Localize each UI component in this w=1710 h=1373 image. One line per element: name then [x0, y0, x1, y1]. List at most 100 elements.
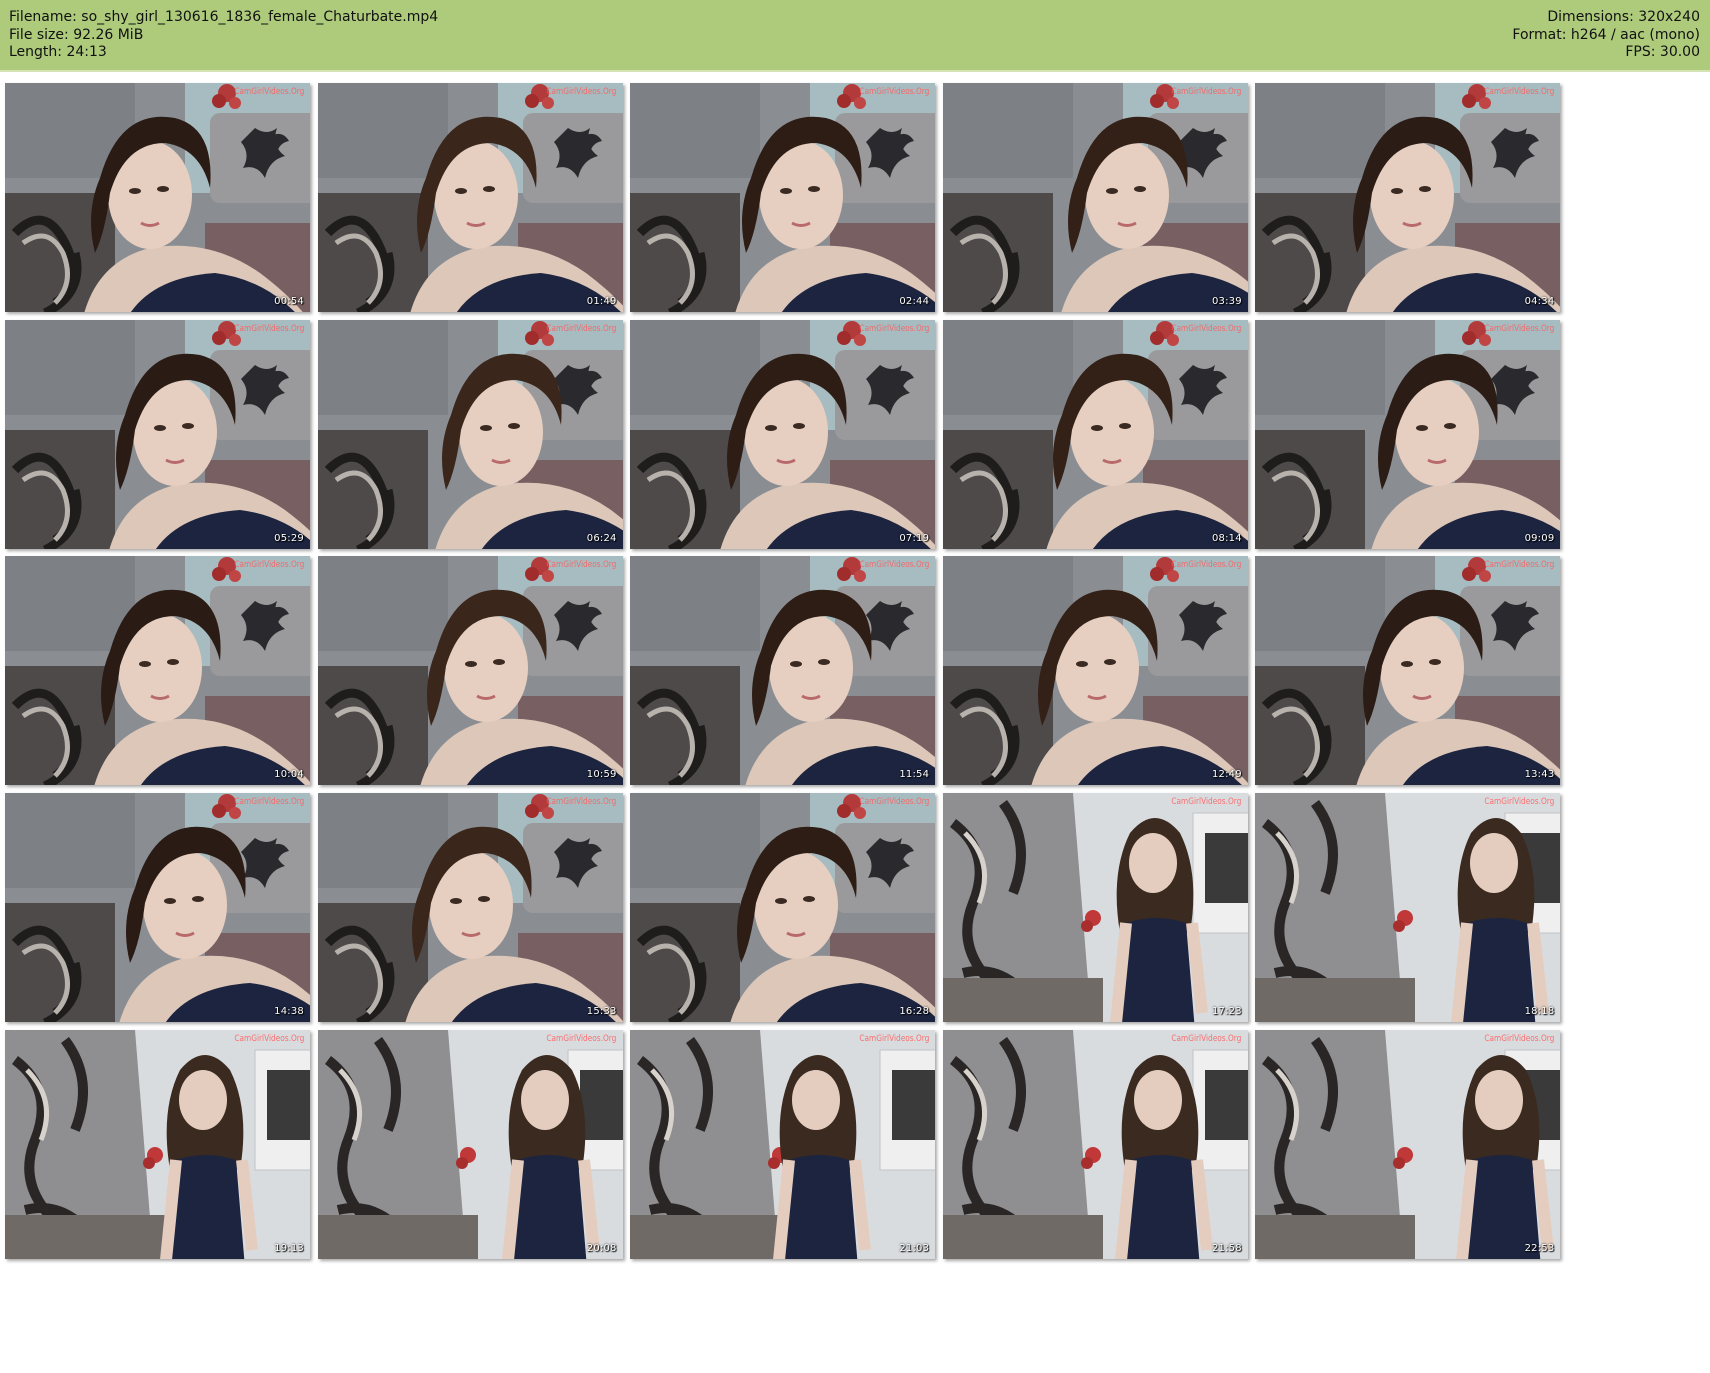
video-thumbnail: CamGirlVideos.Org 14:38 — [5, 793, 310, 1023]
video-thumbnail: CamGirlVideos.Org 18:18 — [1255, 793, 1561, 1023]
length-text: Length: 24:13 — [9, 44, 107, 60]
video-frame-couch — [942, 83, 1248, 312]
video-thumbnail: CamGirlVideos.Org 10:59 — [317, 556, 623, 786]
video-frame-couch — [5, 793, 310, 1023]
timestamp-label: 19:13 — [274, 1242, 304, 1254]
video-frame-couch — [1255, 556, 1561, 786]
filesize-text: File size: 92.26 MiB — [9, 26, 144, 43]
timestamp-label: 03:39 — [1211, 296, 1242, 307]
video-frame-couch — [317, 556, 623, 786]
timestamp-label: 08:14 — [1211, 532, 1242, 544]
video-thumbnail: CamGirlVideos.Org 07:19 — [630, 319, 936, 549]
video-thumbnail: CamGirlVideos.Org 04:34 — [1255, 83, 1561, 312]
watermark-text: CamGirlVideos.Org — [234, 797, 304, 808]
video-frame-couch — [942, 556, 1248, 786]
timestamp-label: 10:59 — [586, 769, 617, 781]
video-thumbnail: CamGirlVideos.Org 05:29 — [5, 319, 310, 549]
video-frame-couch — [942, 319, 1248, 549]
video-thumbnail: CamGirlVideos.Org 08:14 — [942, 319, 1248, 549]
stream-info: Dimensions: 320x240 Format: h264 / aac (… — [1512, 9, 1700, 62]
video-frame-couch — [630, 556, 936, 786]
video-frame-room — [942, 1029, 1248, 1259]
video-thumbnail: CamGirlVideos.Org 15:33 — [317, 793, 623, 1023]
video-thumbnail: CamGirlVideos.Org 11:54 — [630, 556, 936, 786]
watermark-text: CamGirlVideos.Org — [546, 797, 617, 808]
timestamp-label: 04:34 — [1524, 296, 1555, 307]
timestamp-label: 21:03 — [899, 1242, 930, 1254]
timestamp-label: 14:38 — [274, 1006, 304, 1018]
video-frame-couch — [5, 319, 310, 549]
video-thumbnail: CamGirlVideos.Org 16:28 — [630, 793, 936, 1023]
watermark-text: CamGirlVideos.Org — [1484, 797, 1555, 808]
video-frame-couch — [1255, 319, 1561, 549]
timestamp-label: 00:54 — [274, 296, 304, 307]
fps-text: FPS: 30.00 — [1625, 44, 1700, 60]
video-thumbnail: CamGirlVideos.Org 01:49 — [317, 83, 623, 312]
video-frame-room — [5, 1029, 310, 1259]
video-thumbnail: CamGirlVideos.Org 21:03 — [630, 1029, 936, 1259]
timestamp-label: 18:18 — [1524, 1006, 1555, 1018]
video-thumbnail: CamGirlVideos.Org 03:39 — [942, 83, 1248, 312]
thumbnail-grid: CamGirlVideos.Org 00:54 CamGirlVideos.Org… — [5, 83, 1705, 1367]
dimensions-text: Dimensions: 320x240 — [1547, 9, 1700, 25]
video-thumbnail: CamGirlVideos.Org 02:44 — [630, 83, 936, 312]
video-thumbnail: CamGirlVideos.Org 00:54 — [5, 83, 310, 312]
watermark-text: CamGirlVideos.Org — [546, 560, 617, 571]
timestamp-label: 22:53 — [1524, 1242, 1555, 1254]
filename-text: Filename: so_shy_girl_130616_1836_female… — [9, 9, 439, 25]
timestamp-label: 16:28 — [899, 1006, 930, 1018]
video-thumbnail: CamGirlVideos.Org 17:23 — [942, 793, 1248, 1023]
watermark-text: CamGirlVideos.Org — [1171, 1033, 1242, 1044]
video-frame-room — [942, 793, 1248, 1023]
video-frame-couch — [317, 793, 623, 1023]
video-frame-room — [1255, 793, 1561, 1023]
video-thumbnail: CamGirlVideos.Org 22:53 — [1255, 1029, 1561, 1259]
watermark-text: CamGirlVideos.Org — [1171, 797, 1242, 808]
timestamp-label: 21:58 — [1211, 1242, 1242, 1254]
video-frame-couch — [5, 83, 310, 312]
timestamp-label: 15:33 — [586, 1006, 617, 1018]
watermark-text: CamGirlVideos.Org — [859, 323, 930, 334]
video-thumbnail: CamGirlVideos.Org 09:09 — [1255, 319, 1561, 549]
video-thumbnail: CamGirlVideos.Org 06:24 — [317, 319, 623, 549]
watermark-text: CamGirlVideos.Org — [234, 1033, 304, 1044]
video-thumbnail: CamGirlVideos.Org 13:43 — [1255, 556, 1561, 786]
timestamp-label: 09:09 — [1524, 532, 1555, 544]
video-frame-room — [630, 1029, 936, 1259]
video-thumbnail: CamGirlVideos.Org 19:13 — [5, 1029, 310, 1259]
file-info: Filename: so_shy_girl_130616_1836_female… — [9, 9, 438, 62]
watermark-text: CamGirlVideos.Org — [234, 560, 304, 571]
timestamp-label: 06:24 — [586, 532, 617, 544]
watermark-text: CamGirlVideos.Org — [234, 87, 304, 97]
video-frame-couch — [630, 83, 936, 312]
video-frame-couch — [630, 319, 936, 549]
watermark-text: CamGirlVideos.Org — [1171, 87, 1242, 97]
watermark-text: CamGirlVideos.Org — [546, 1033, 617, 1044]
timestamp-label: 13:43 — [1524, 769, 1555, 781]
video-frame-couch — [630, 793, 936, 1023]
info-header: Filename: so_shy_girl_130616_1836_female… — [0, 0, 1710, 72]
watermark-text: CamGirlVideos.Org — [1484, 1033, 1555, 1044]
timestamp-label: 12:49 — [1211, 769, 1242, 781]
video-thumbnail: CamGirlVideos.Org 21:58 — [942, 1029, 1248, 1259]
watermark-text: CamGirlVideos.Org — [1171, 323, 1242, 334]
watermark-text: CamGirlVideos.Org — [1484, 87, 1555, 97]
timestamp-label: 17:23 — [1211, 1006, 1242, 1018]
timestamp-label: 20:08 — [586, 1242, 617, 1254]
video-thumbnail: CamGirlVideos.Org 10:04 — [5, 556, 310, 786]
watermark-text: CamGirlVideos.Org — [1484, 560, 1555, 571]
video-frame-couch — [317, 319, 623, 549]
timestamp-label: 07:19 — [899, 532, 930, 544]
video-frame-couch — [1255, 83, 1561, 312]
format-text: Format: h264 / aac (mono) — [1512, 26, 1700, 43]
watermark-text: CamGirlVideos.Org — [234, 323, 304, 334]
timestamp-label: 01:49 — [586, 296, 617, 307]
video-frame-room — [1255, 1029, 1561, 1259]
video-thumbnail: CamGirlVideos.Org 12:49 — [942, 556, 1248, 786]
video-thumbnail: CamGirlVideos.Org 20:08 — [317, 1029, 623, 1259]
timestamp-label: 11:54 — [899, 769, 930, 781]
timestamp-label: 05:29 — [274, 532, 304, 544]
watermark-text: CamGirlVideos.Org — [1484, 323, 1555, 334]
video-frame-couch — [5, 556, 310, 786]
watermark-text: CamGirlVideos.Org — [859, 87, 930, 97]
